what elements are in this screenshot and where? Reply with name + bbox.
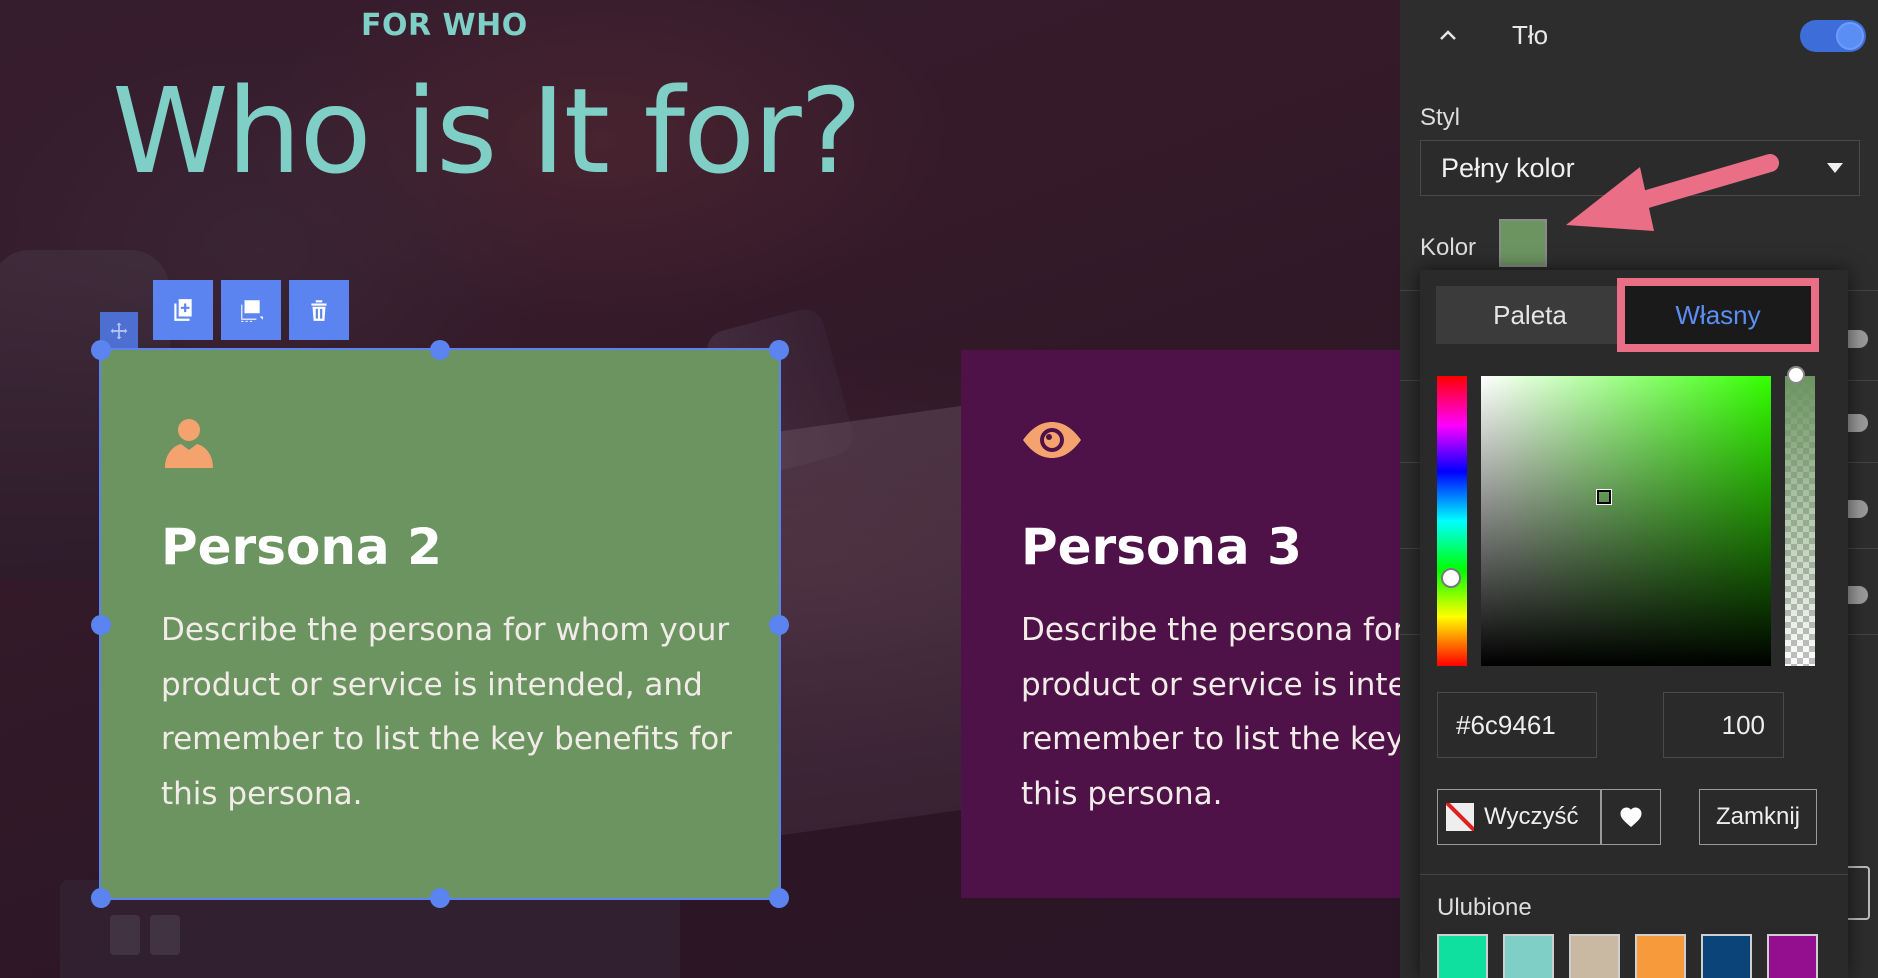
favorite-swatch[interactable]	[1437, 934, 1488, 978]
style-select-value: Pełny kolor	[1441, 153, 1575, 183]
description-line: product or service is intended, and	[1021, 666, 1400, 703]
resize-handle-bottom-left[interactable]	[91, 888, 111, 908]
resize-handle-right[interactable]	[769, 615, 789, 635]
tab-palette[interactable]: Paleta	[1436, 286, 1624, 344]
favorite-swatch[interactable]	[1569, 934, 1620, 978]
caret-down-icon	[1827, 163, 1843, 173]
saturation-value-area[interactable]	[1481, 376, 1771, 666]
favorite-swatch[interactable]	[1635, 934, 1686, 978]
persona-description[interactable]: Describe the persona for whom your produ…	[1021, 603, 1400, 821]
duplicate-icon	[174, 299, 192, 321]
description-line: remember to list the key benefits for	[161, 721, 732, 757]
section-headline[interactable]: Who is It for?	[112, 62, 862, 200]
chevron-up-icon[interactable]	[1438, 26, 1458, 46]
color-picker-popup: Paleta Własny #6c9461 100 Wyczyść Zamkni…	[1420, 270, 1848, 978]
resize-handle-bottom-right[interactable]	[769, 888, 789, 908]
favorite-swatch[interactable]	[1767, 934, 1818, 978]
color-swatch[interactable]	[1499, 219, 1547, 267]
description-line: this persona.	[161, 775, 363, 812]
toggle-knob	[1836, 22, 1864, 50]
resize-handle-top-right[interactable]	[769, 340, 789, 360]
divider	[1420, 874, 1848, 875]
persona-title[interactable]: Persona 3	[1021, 518, 1302, 576]
hue-slider-knob[interactable]	[1441, 568, 1461, 588]
persona-description[interactable]: Describe the persona for whom your produ…	[161, 603, 732, 821]
opacity-input[interactable]: 100	[1663, 692, 1784, 758]
hue-slider[interactable]	[1437, 376, 1467, 666]
resize-handle-top-left[interactable]	[91, 340, 111, 360]
favorite-swatch[interactable]	[1701, 934, 1752, 978]
person-icon	[161, 414, 217, 475]
style-label: Styl	[1420, 104, 1461, 131]
clear-button[interactable]: Wyczyść	[1437, 789, 1601, 845]
trash-icon	[311, 300, 327, 321]
style-select[interactable]: Pełny kolor	[1420, 140, 1860, 196]
section-title: Tło	[1512, 20, 1549, 50]
add-favorite-button[interactable]	[1601, 789, 1661, 845]
favorites-row	[1437, 934, 1818, 978]
persona-card-2[interactable]: Persona 2 Describe the persona for whom …	[99, 348, 781, 900]
tab-custom[interactable]: Własny	[1617, 278, 1819, 352]
element-toolbar	[153, 280, 349, 340]
saturation-value-cursor[interactable]	[1596, 489, 1612, 505]
persona-title[interactable]: Persona 2	[161, 518, 442, 576]
close-button[interactable]: Zamknij	[1699, 789, 1817, 845]
settings-panel: Tło Styl Pełny kolor Kolor Paleta Własny	[1400, 0, 1878, 978]
favorites-label: Ulubione	[1437, 894, 1532, 921]
tab-custom-label: Własny	[1675, 299, 1761, 330]
clear-button-label: Wyczyść	[1484, 803, 1579, 830]
section-kicker[interactable]: FOR WHO	[361, 8, 528, 43]
delete-button[interactable]	[289, 280, 349, 340]
layer-settings-icon	[241, 300, 263, 322]
description-line: Describe the persona for whom your	[1021, 612, 1400, 648]
color-label: Kolor	[1420, 234, 1477, 261]
background-section-header[interactable]: Tło	[1400, 0, 1878, 74]
no-color-icon	[1446, 803, 1474, 831]
resize-handle-left[interactable]	[91, 615, 111, 635]
description-line: Describe the persona for whom your	[161, 612, 730, 648]
move-icon	[110, 322, 128, 340]
description-line: product or service is intended, and	[161, 666, 703, 703]
favorite-swatch[interactable]	[1503, 934, 1554, 978]
resize-handle-bottom[interactable]	[430, 888, 450, 908]
editor-canvas[interactable]: FOR WHO Who is It for? Persona 2 Describ…	[0, 0, 1400, 978]
description-line: this persona.	[1021, 775, 1223, 812]
resize-handle-top[interactable]	[430, 340, 450, 360]
background-toggle[interactable]	[1800, 20, 1866, 52]
description-line: remember to list the key benefits for	[1021, 721, 1400, 757]
eye-icon	[1021, 420, 1083, 465]
alpha-slider[interactable]	[1785, 376, 1815, 666]
alpha-slider-knob[interactable]	[1787, 366, 1805, 384]
duplicate-button[interactable]	[153, 280, 213, 340]
hex-input[interactable]: #6c9461	[1437, 692, 1597, 758]
persona-card-3[interactable]: Persona 3 Describe the persona for whom …	[961, 350, 1400, 898]
layer-settings-button[interactable]	[221, 280, 281, 340]
heart-icon	[1620, 807, 1642, 827]
